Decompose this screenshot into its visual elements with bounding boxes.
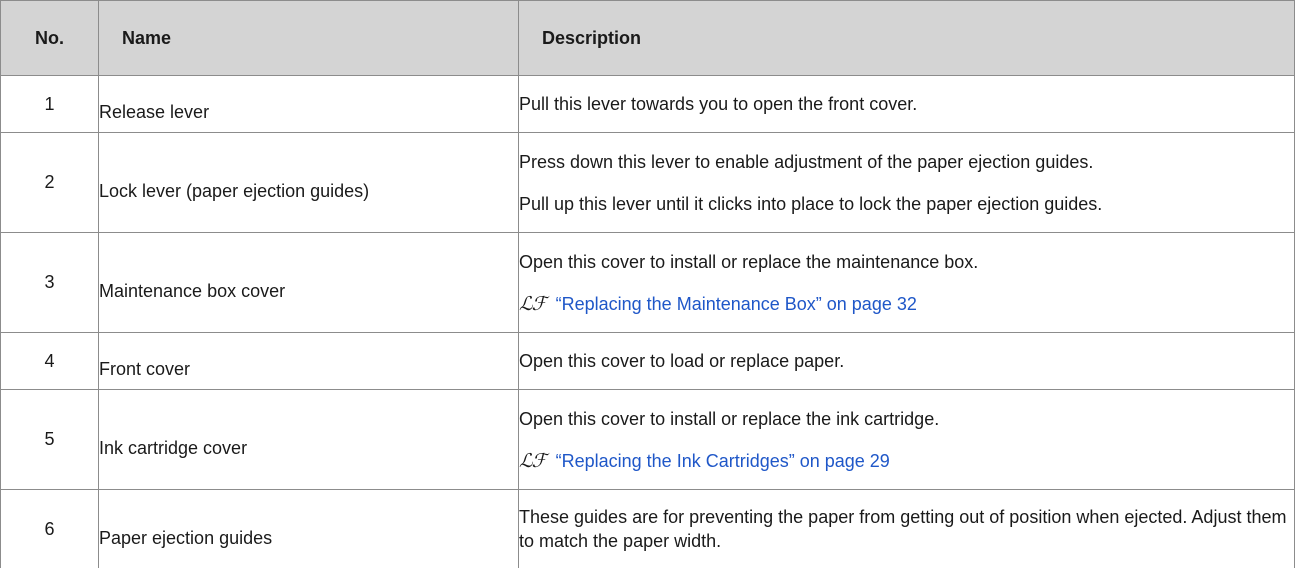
pointing-hand-reference-icon: ℒℱ xyxy=(519,449,546,473)
pointing-hand-reference-icon: ℒℱ xyxy=(519,292,546,316)
parts-table: No. Name Description 1 Release lever Pul… xyxy=(0,0,1295,568)
ink-cartridges-link[interactable]: “Replacing the Ink Cartridges” on page 2… xyxy=(556,451,890,471)
reference-link-line: ℒℱ “Replacing the Maintenance Box” on pag… xyxy=(519,292,1294,316)
header-name: Name xyxy=(99,1,519,76)
row-name-cell: Release lever xyxy=(99,76,519,133)
row-description: These guides are for preventing the pape… xyxy=(519,505,1294,553)
row-number: 2 xyxy=(1,133,99,233)
row-name: Paper ejection guides xyxy=(99,510,518,549)
row-name-cell: Maintenance box cover xyxy=(99,233,519,333)
row-description: Pull up this lever until it clicks into … xyxy=(519,192,1294,216)
row-description-cell: Pull this lever towards you to open the … xyxy=(519,76,1295,133)
table-row: 1 Release lever Pull this lever towards … xyxy=(1,76,1295,133)
row-description: Pull this lever towards you to open the … xyxy=(519,92,1294,116)
row-description-cell: These guides are for preventing the pape… xyxy=(519,490,1295,568)
row-name: Ink cartridge cover xyxy=(99,420,518,459)
table-row: 5 Ink cartridge cover Open this cover to… xyxy=(1,390,1295,490)
row-description: Open this cover to install or replace th… xyxy=(519,250,1294,274)
table-header-row: No. Name Description xyxy=(1,1,1295,76)
row-description: Press down this lever to enable adjustme… xyxy=(519,150,1294,174)
row-description-cell: Open this cover to install or replace th… xyxy=(519,233,1295,333)
table-row: 4 Front cover Open this cover to load or… xyxy=(1,333,1295,390)
header-description: Description xyxy=(519,1,1295,76)
row-number: 5 xyxy=(1,390,99,490)
row-name-cell: Ink cartridge cover xyxy=(99,390,519,490)
row-description-cell: Press down this lever to enable adjustme… xyxy=(519,133,1295,233)
table-row: 6 Paper ejection guides These guides are… xyxy=(1,490,1295,568)
row-number: 3 xyxy=(1,233,99,333)
table-row: 3 Maintenance box cover Open this cover … xyxy=(1,233,1295,333)
row-number: 4 xyxy=(1,333,99,390)
row-name: Front cover xyxy=(99,343,518,380)
row-description-cell: Open this cover to load or replace paper… xyxy=(519,333,1295,390)
reference-link-line: ℒℱ “Replacing the Ink Cartridges” on page… xyxy=(519,449,1294,473)
maintenance-box-link[interactable]: “Replacing the Maintenance Box” on page … xyxy=(556,294,917,314)
row-description-cell: Open this cover to install or replace th… xyxy=(519,390,1295,490)
row-name-cell: Lock lever (paper ejection guides) xyxy=(99,133,519,233)
row-name: Release lever xyxy=(99,86,518,123)
row-description: Open this cover to load or replace paper… xyxy=(519,349,1294,373)
header-no: No. xyxy=(1,1,99,76)
row-number: 1 xyxy=(1,76,99,133)
row-name-cell: Front cover xyxy=(99,333,519,390)
row-name: Lock lever (paper ejection guides) xyxy=(99,163,518,202)
row-name: Maintenance box cover xyxy=(99,263,518,302)
row-description: Open this cover to install or replace th… xyxy=(519,407,1294,431)
row-number: 6 xyxy=(1,490,99,568)
table-row: 2 Lock lever (paper ejection guides) Pre… xyxy=(1,133,1295,233)
row-name-cell: Paper ejection guides xyxy=(99,490,519,568)
